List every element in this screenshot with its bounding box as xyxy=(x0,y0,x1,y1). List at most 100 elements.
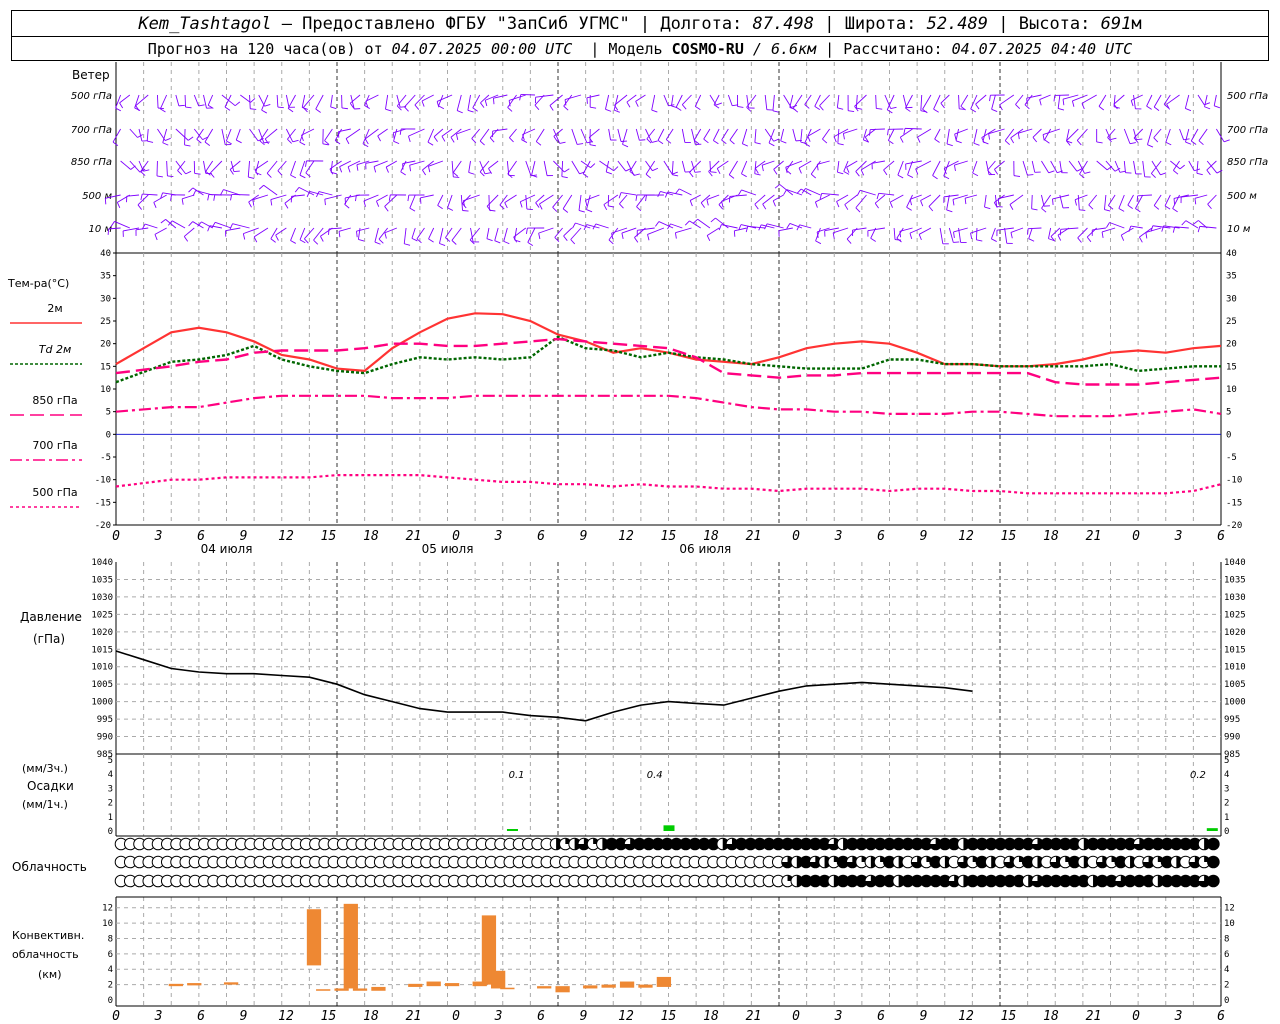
wind-barb xyxy=(1185,128,1190,143)
wind-barb-feather xyxy=(928,206,934,212)
wind-barb xyxy=(363,194,379,202)
precip-y-tick-label: 2 xyxy=(108,799,113,809)
wind-barb xyxy=(1004,227,1008,244)
wind-level-label: 500 м xyxy=(82,191,112,202)
wind-barb xyxy=(985,160,990,175)
wind-barb-feather xyxy=(608,239,614,245)
wind-barb xyxy=(472,94,481,109)
wind-barb-feather xyxy=(890,106,897,109)
wind-barb xyxy=(134,94,140,109)
wind-barb-feather xyxy=(344,203,350,209)
wind-barb xyxy=(991,94,996,110)
wind-barb-feather xyxy=(1120,234,1125,241)
precip-y-tick-label: 0 xyxy=(1224,827,1229,837)
wind-barb-feather xyxy=(729,139,735,145)
wind-barb-feather xyxy=(876,193,880,200)
wind-barb-feather xyxy=(427,141,434,146)
wind-level-label: 700 гПа xyxy=(71,125,112,136)
wind-barb-feather xyxy=(1173,198,1176,205)
wind-barb-feather xyxy=(577,143,584,145)
wind-barb xyxy=(328,227,342,230)
wind-barb xyxy=(878,192,895,196)
wind-barb xyxy=(184,227,195,237)
wind-barb-feather xyxy=(467,109,474,113)
wind-level-label: 500 гПа xyxy=(71,91,112,102)
wind-barb-feather xyxy=(946,143,953,147)
wind-barb-feather xyxy=(905,107,911,112)
hour-tick-label: 0 xyxy=(112,529,120,544)
wind-barb xyxy=(905,94,913,109)
wind-barb-feather xyxy=(1027,174,1034,176)
hour-tick-label: 12 xyxy=(278,1009,294,1024)
wind-barb xyxy=(605,94,610,110)
conv-bar xyxy=(306,909,322,966)
hour-tick-label: 9 xyxy=(920,1009,928,1024)
wind-barb-feather xyxy=(970,108,977,113)
wind-barb xyxy=(693,128,702,141)
wind-level-label: 500 м xyxy=(1227,191,1257,202)
hour-tick-label: 12 xyxy=(618,1009,634,1024)
wind-barb-feather xyxy=(920,200,924,207)
wind-barb-feather xyxy=(1106,222,1110,228)
hour-tick-label: 0 xyxy=(112,1009,120,1024)
wind-barb-feather xyxy=(299,141,306,146)
wind-barb xyxy=(1015,94,1024,105)
wind-barb-feather xyxy=(234,101,241,107)
wind-barb xyxy=(1022,160,1028,176)
wind-barb xyxy=(854,94,867,107)
wind-barb-feather xyxy=(119,102,124,109)
wind-barb xyxy=(422,160,434,171)
wind-barb-feather xyxy=(909,199,913,206)
wind-barb-feather xyxy=(499,204,505,210)
wind-barb-feather xyxy=(754,173,761,176)
wind-barb xyxy=(225,128,232,142)
wind-barb-feather xyxy=(1146,105,1152,110)
wind-barb xyxy=(210,160,223,174)
wind-barb xyxy=(608,128,611,141)
wind-barb-feather xyxy=(207,194,210,201)
wind-barb xyxy=(943,194,959,198)
wind-barb-feather xyxy=(484,100,488,107)
wind-barb-feather xyxy=(140,193,143,201)
wind-barb-feather xyxy=(614,109,620,113)
wind-barb xyxy=(225,227,241,232)
wind-barb xyxy=(549,94,563,106)
wind-barb-feather xyxy=(800,141,807,144)
wind-barb-feather xyxy=(585,200,588,207)
wind-barb-feather xyxy=(918,234,922,241)
conv-bar xyxy=(555,986,570,993)
wind-barb xyxy=(635,128,640,141)
wind-barb-feather xyxy=(606,171,613,175)
wind-barb-feather xyxy=(377,135,381,142)
wind-barb-feather xyxy=(899,137,904,143)
wind-barb xyxy=(1198,128,1208,141)
wind-barb-feather xyxy=(137,204,142,210)
wind-barb-feather xyxy=(393,140,400,145)
wind-barb xyxy=(953,227,968,233)
hour-tick-label: 6 xyxy=(1217,1009,1225,1024)
wind-barb-feather xyxy=(338,231,341,238)
wind-barb-feather xyxy=(837,171,844,175)
wind-barb-feather xyxy=(1153,106,1160,111)
conv-bar xyxy=(168,983,183,987)
wind-barb xyxy=(1147,128,1153,145)
wind-barb-feather xyxy=(909,233,913,240)
wind-barb xyxy=(1026,94,1042,99)
wind-barb-feather xyxy=(1076,140,1082,146)
wind-barb xyxy=(468,160,471,173)
wind-barb-feather xyxy=(605,108,612,112)
wind-barb xyxy=(619,194,628,205)
wind-barb xyxy=(433,128,444,138)
wind-panel: 500 гПа 500 гПа 700 гПа 700 гПа 850 гПа 850 г… xyxy=(71,62,1268,254)
temp-y-tick-label: 5 xyxy=(106,408,111,418)
wind-barb xyxy=(658,221,674,229)
wind-barb xyxy=(821,192,839,196)
legend-label: 2м xyxy=(47,302,62,315)
wind-barb xyxy=(1107,128,1116,138)
wind-barb-feather xyxy=(290,174,297,179)
wind-barb xyxy=(254,160,269,171)
wind-barb xyxy=(203,160,207,174)
cloud-symbol xyxy=(1207,874,1220,888)
wind-barb xyxy=(240,94,251,103)
wind-barb-feather xyxy=(761,165,764,172)
